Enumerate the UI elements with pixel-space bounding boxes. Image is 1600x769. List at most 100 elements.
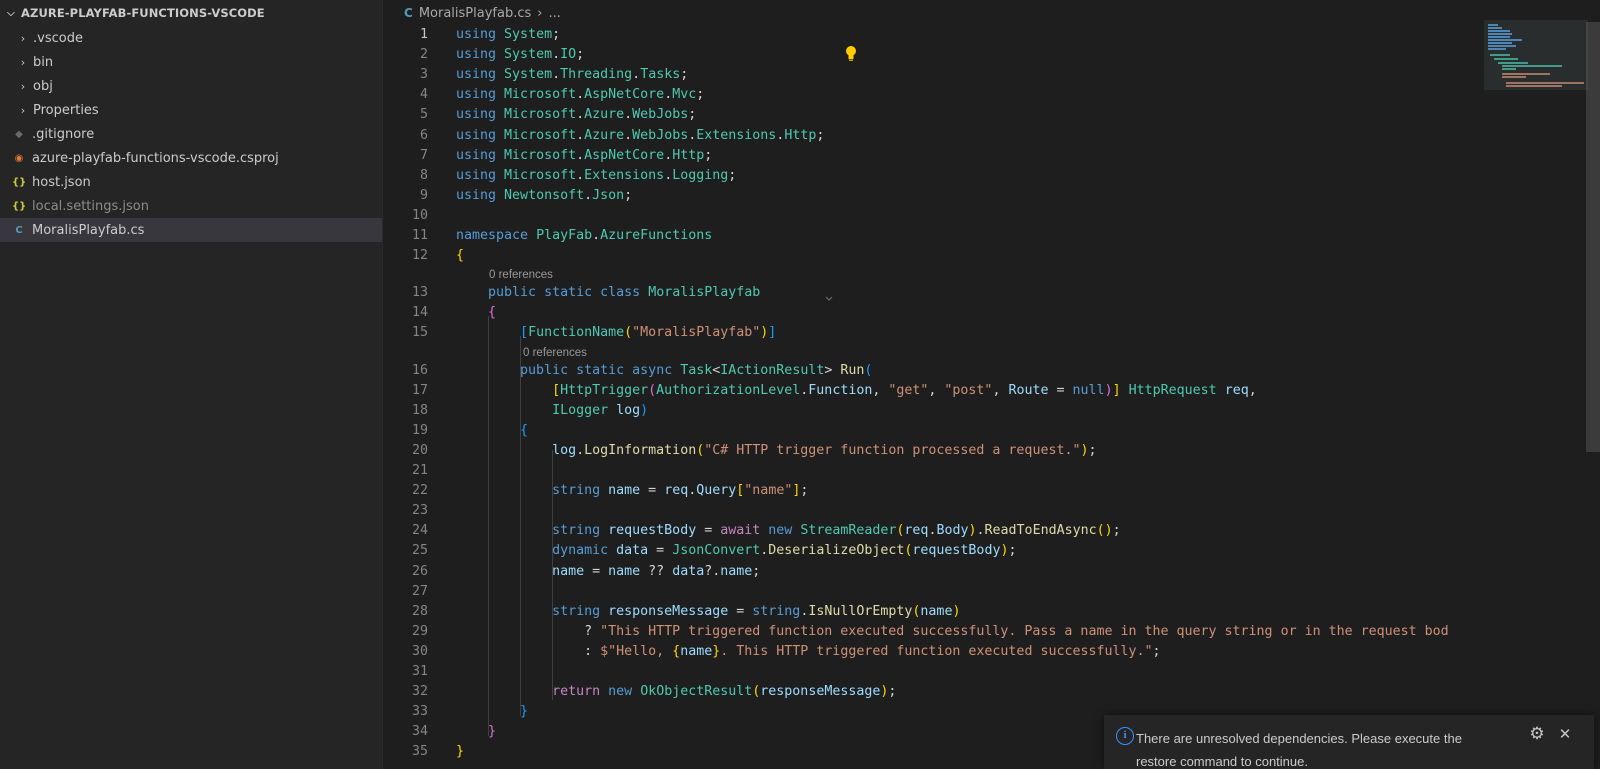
chevron-right-icon: › bbox=[20, 31, 26, 45]
breadcrumb[interactable]: C MoralisPlayfab.cs › ... bbox=[404, 4, 561, 22]
breadcrumb-symbol[interactable]: ... bbox=[548, 6, 560, 21]
code-line[interactable]: 7 using Microsoft.AspNetCore.Http; bbox=[384, 146, 1482, 166]
tree-folder[interactable]: › Properties bbox=[0, 98, 382, 122]
code-token: [ bbox=[520, 325, 529, 341]
code-line[interactable]: 2 using System.IO; bbox=[384, 45, 1482, 65]
code-token: IActionResult bbox=[720, 362, 825, 378]
vertical-scrollbar[interactable] bbox=[1586, 22, 1600, 452]
line-text: using Microsoft.Extensions.Logging; bbox=[456, 166, 736, 186]
code-token: WebJobs bbox=[632, 127, 689, 143]
code-line[interactable]: 24 string requestBody = await new Stream… bbox=[384, 521, 1482, 541]
code-token: > bbox=[824, 362, 841, 378]
line-text: using System; bbox=[456, 25, 560, 45]
line-number: 17 bbox=[411, 382, 428, 398]
codelens-references[interactable]: 0 references bbox=[523, 345, 587, 361]
code-token: dynamic bbox=[552, 543, 609, 559]
code-line[interactable]: 22 string name = req.Query["name"]; bbox=[384, 481, 1482, 501]
code-line[interactable]: 28 string responseMessage = string.IsNul… bbox=[384, 602, 1482, 622]
code-line[interactable]: 32 return new OkObjectResult(responseMes… bbox=[384, 682, 1482, 702]
line-text: [FunctionName("MoralisPlayfab")] bbox=[456, 323, 776, 343]
code-line[interactable]: 6 using Microsoft.Azure.WebJobs.Extension… bbox=[384, 126, 1482, 146]
code-token: AspNetCore bbox=[584, 87, 665, 103]
code-line[interactable]: 11 namespace PlayFab.AzureFunctions bbox=[384, 226, 1482, 246]
code-token: . bbox=[976, 523, 985, 539]
code-token: req bbox=[664, 483, 689, 499]
code-line[interactable]: 13 public static class MoralisPlayfab bbox=[384, 283, 1482, 303]
info-icon: i bbox=[1116, 727, 1134, 745]
code-line[interactable]: 3 using System.Threading.Tasks; bbox=[384, 65, 1482, 85]
code-line[interactable]: 1 using System; bbox=[384, 25, 1482, 45]
code-token: Function bbox=[808, 382, 873, 398]
line-text: public static class MoralisPlayfab bbox=[456, 283, 760, 303]
code-line[interactable]: 30 : $"Hello, {name}. This HTTP triggere… bbox=[384, 642, 1482, 662]
line-number: 33 bbox=[411, 704, 428, 720]
git-icon: ◆ bbox=[15, 128, 23, 140]
tree-file[interactable]: ◆ .gitignore bbox=[0, 122, 382, 146]
code-line[interactable]: 12 { bbox=[384, 246, 1482, 266]
code-token: ; bbox=[552, 27, 561, 42]
tree-folder[interactable]: › .vscode bbox=[0, 26, 382, 50]
line-text: log.LogInformation("C# HTTP trigger func… bbox=[456, 441, 1096, 461]
tree-file[interactable]: ◉ azure-playfab-functions-vscode.csproj bbox=[0, 146, 382, 170]
code-token: ; bbox=[1112, 523, 1121, 539]
code-token: log bbox=[616, 402, 641, 418]
code-token: = bbox=[728, 603, 753, 619]
code-line[interactable]: 5 using Microsoft.Azure.WebJobs; bbox=[384, 105, 1482, 125]
code-line[interactable]: 8 using Microsoft.Extensions.Logging; bbox=[384, 166, 1482, 186]
explorer-workspace-header[interactable]: ⌵ AZURE-PLAYFAB-FUNCTIONS-VSCODE bbox=[0, 0, 382, 26]
minimap[interactable] bbox=[1484, 20, 1588, 140]
code-token: ) bbox=[1104, 382, 1113, 398]
tree-folder[interactable]: › bin bbox=[0, 50, 382, 74]
code-line[interactable]: 26 name = name ?? data?.name; bbox=[384, 562, 1482, 582]
breadcrumb-file[interactable]: MoralisPlayfab.cs bbox=[419, 6, 531, 21]
line-text: return new OkObjectResult(responseMessag… bbox=[456, 682, 896, 702]
line-text: ILogger log) bbox=[456, 401, 648, 421]
code-line[interactable]: 27 bbox=[384, 582, 1482, 602]
code-token: public bbox=[488, 285, 537, 301]
code-line[interactable]: 15 [FunctionName("MoralisPlayfab")] bbox=[384, 323, 1482, 343]
code-line[interactable]: 16 public static async Task<IActionResul… bbox=[384, 361, 1482, 381]
tree-file[interactable]: {} host.json bbox=[0, 170, 382, 194]
code-line[interactable]: 25 dynamic data = JsonConvert.Deserializ… bbox=[384, 541, 1482, 561]
code-token: namespace bbox=[456, 228, 529, 243]
code-line[interactable]: 10 bbox=[384, 206, 1482, 226]
code-token: . bbox=[576, 147, 585, 163]
fold-chevron-icon[interactable] bbox=[824, 294, 834, 304]
csharp-icon: C bbox=[15, 224, 23, 236]
code-line[interactable]: 14 { bbox=[384, 303, 1482, 323]
code-token: () bbox=[1096, 523, 1113, 539]
code-token: ) bbox=[968, 523, 977, 539]
tree-file[interactable]: C MoralisPlayfab.cs bbox=[0, 218, 382, 242]
tree-file[interactable]: {} local.settings.json bbox=[0, 194, 382, 218]
code-line[interactable]: 21 bbox=[384, 461, 1482, 481]
code-token: AuthorizationLevel bbox=[656, 382, 801, 398]
code-token: using bbox=[456, 147, 497, 163]
code-line[interactable]: 4 using Microsoft.AspNetCore.Mvc; bbox=[384, 85, 1482, 105]
code-line[interactable]: 18 ILogger log) bbox=[384, 401, 1482, 421]
code-line[interactable]: 19 { bbox=[384, 421, 1482, 441]
gear-icon[interactable]: ⚙ bbox=[1528, 725, 1546, 743]
close-icon[interactable]: ✕ bbox=[1556, 725, 1574, 743]
codelens-references[interactable]: 0 references bbox=[489, 267, 553, 283]
line-text: using Microsoft.Azure.WebJobs; bbox=[456, 105, 696, 125]
code-editor[interactable]: 0 references 0 references 1 using System;… bbox=[384, 25, 1482, 769]
breadcrumb-separator-icon: › bbox=[537, 5, 543, 21]
lightbulb-icon[interactable] bbox=[844, 45, 858, 63]
code-token: DeserializeObject bbox=[768, 543, 905, 559]
code-line[interactable]: 20 log.LogInformation("C# HTTP trigger f… bbox=[384, 441, 1482, 461]
code-line[interactable]: 17 [HttpTrigger(AuthorizationLevel.Funct… bbox=[384, 381, 1482, 401]
tree-folder[interactable]: › obj bbox=[0, 74, 382, 98]
code-line[interactable]: 9 using Newtonsoft.Json; bbox=[384, 186, 1482, 206]
code-line[interactable]: 29 ? "This HTTP triggered function execu… bbox=[384, 622, 1482, 642]
line-number: 29 bbox=[411, 623, 428, 639]
code-line[interactable]: 31 bbox=[384, 662, 1482, 682]
code-line[interactable]: 23 bbox=[384, 501, 1482, 521]
line-number: 30 bbox=[411, 643, 428, 659]
line-number: 28 bbox=[411, 603, 428, 619]
